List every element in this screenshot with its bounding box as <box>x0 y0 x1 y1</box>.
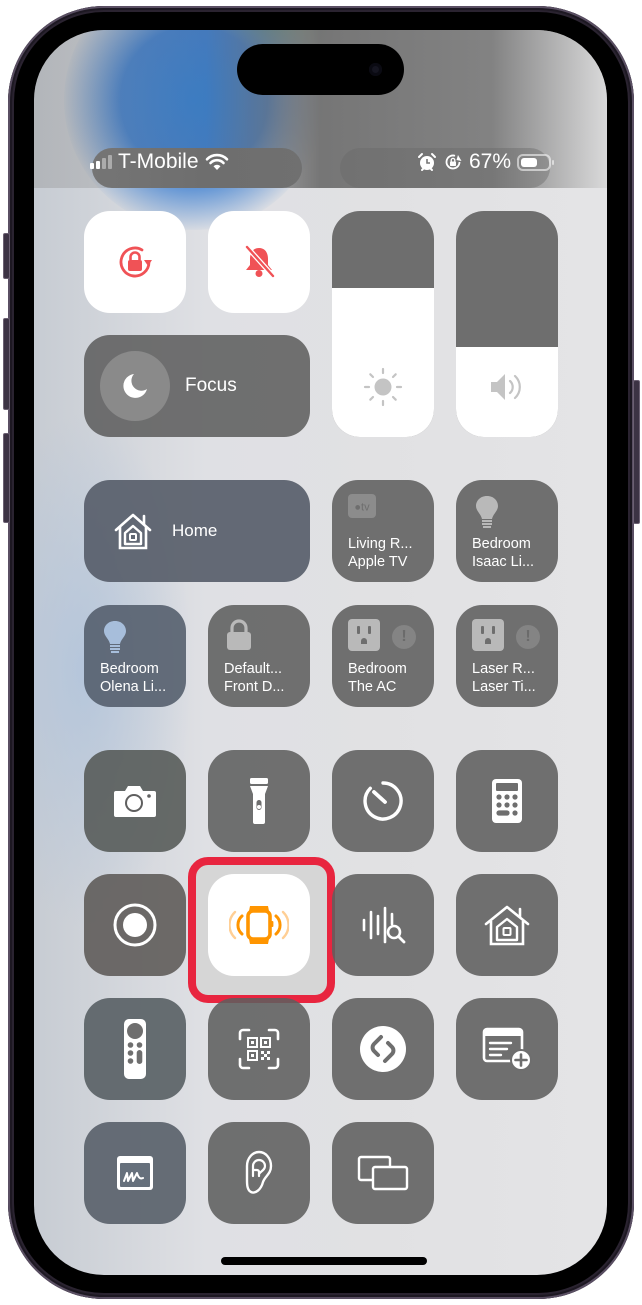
record-icon <box>113 903 157 947</box>
waveform-search-icon <box>362 906 406 944</box>
calculator-button[interactable] <box>456 750 558 852</box>
front-camera <box>369 63 382 76</box>
camera-button[interactable] <box>84 750 186 852</box>
wifi-icon <box>205 153 228 170</box>
ping-my-watch-button[interactable] <box>208 874 310 976</box>
home-icon <box>114 513 152 550</box>
brightness-slider[interactable] <box>332 211 434 437</box>
accessory-room: Laser R... <box>472 661 535 677</box>
alarm-clock-icon <box>417 153 436 171</box>
battery-icon <box>517 153 554 171</box>
screen-recording-button[interactable] <box>84 874 186 976</box>
accessory-room: Bedroom <box>100 661 159 677</box>
timer-button[interactable] <box>332 750 434 852</box>
outlet-icon <box>348 619 380 651</box>
accessory-tile[interactable]: ●tv Living R... Apple TV <box>332 480 434 582</box>
volume-slider[interactable] <box>456 211 558 437</box>
flashlight-button[interactable] <box>208 750 310 852</box>
focus-label: Focus <box>185 375 237 396</box>
qr-code-icon <box>238 1028 280 1070</box>
camera-icon <box>114 786 156 817</box>
brightness-fill <box>332 287 434 437</box>
home-indicator[interactable] <box>221 1257 427 1265</box>
quick-note-button[interactable] <box>456 998 558 1100</box>
screen-mirroring-button[interactable] <box>332 1122 434 1224</box>
code-scanner-button[interactable] <box>208 998 310 1100</box>
apple-tv-remote-button[interactable] <box>84 998 186 1100</box>
speaker-icon <box>491 374 521 400</box>
home-button[interactable]: Home <box>84 480 310 582</box>
sun-icon <box>363 367 403 407</box>
watch-ping-icon <box>229 906 289 944</box>
music-recognition-button[interactable] <box>332 874 434 976</box>
battery-percentage: 67% <box>468 150 511 173</box>
orientation-lock-toggle[interactable] <box>84 211 186 313</box>
tv-remote-icon <box>124 1019 146 1079</box>
quick-note-icon <box>482 1027 532 1071</box>
alert-badge: ! <box>392 625 416 649</box>
orientation-lock-icon <box>119 246 152 278</box>
volume-up-button <box>3 318 10 410</box>
cellular-signal-icon <box>90 155 112 169</box>
accessory-room: Default... <box>224 661 283 677</box>
control-center-screen: T-Mobile 67% Focus Home ●tv Living R... … <box>34 30 607 1275</box>
accessory-name: Olena Li... <box>100 679 167 695</box>
shazam-button[interactable] <box>332 998 434 1100</box>
carrier-name: T-Mobile <box>118 150 199 173</box>
status-bar-right: 67% <box>417 148 554 176</box>
accessory-name: Laser Ti... <box>472 679 536 695</box>
volume-icon-wrap <box>456 365 558 409</box>
svg-text:●tv: ●tv <box>354 502 370 514</box>
silent-mode-toggle[interactable] <box>208 211 310 313</box>
calculator-icon <box>492 779 522 823</box>
rotation-lock-icon <box>445 154 462 170</box>
accessory-tile[interactable]: Bedroom Olena Li... <box>84 605 186 707</box>
battery-level <box>521 157 538 167</box>
side-button <box>633 380 640 524</box>
ear-icon <box>245 1150 273 1194</box>
screen-mirroring-icon <box>357 1155 409 1191</box>
home-icon <box>484 905 530 946</box>
accessory-room: Bedroom <box>348 661 407 677</box>
outlet-icon <box>472 619 504 651</box>
focus-icon-circle <box>100 351 170 421</box>
accessory-tile[interactable]: Bedroom Isaac Li... <box>456 480 558 582</box>
signature-button[interactable] <box>84 1122 186 1224</box>
status-bar-left: T-Mobile <box>90 148 229 176</box>
home-label: Home <box>172 521 218 540</box>
lightbulb-icon <box>476 496 498 528</box>
accessory-name: Front D... <box>224 679 285 695</box>
accessory-name: The AC <box>348 679 397 695</box>
lightbulb-icon <box>104 621 126 653</box>
signature-icon <box>117 1156 153 1190</box>
dynamic-island <box>237 44 404 95</box>
alert-badge: ! <box>516 625 540 649</box>
action-button <box>3 233 10 279</box>
accessory-tile[interactable]: Default... Front D... <box>208 605 310 707</box>
focus-button[interactable]: Focus <box>84 335 310 437</box>
accessory-name: Apple TV <box>348 554 408 570</box>
accessory-room: Living R... <box>348 536 413 552</box>
bell-slash-icon <box>245 245 275 278</box>
home-control-button[interactable] <box>456 874 558 976</box>
flashlight-icon <box>250 778 268 824</box>
hearing-button[interactable] <box>208 1122 310 1224</box>
timer-icon <box>363 781 403 821</box>
accessory-tile[interactable]: ! Bedroom The AC <box>332 605 434 707</box>
accessory-name: Isaac Li... <box>472 554 535 570</box>
brightness-icon-wrap <box>332 365 434 409</box>
accessory-room: Bedroom <box>472 536 531 552</box>
volume-down-button <box>3 433 10 523</box>
apple-tv-icon: ●tv <box>348 494 376 518</box>
accessory-tile[interactable]: ! Laser R... Laser Ti... <box>456 605 558 707</box>
moon-icon <box>123 374 147 398</box>
lock-icon <box>227 619 251 650</box>
shazam-icon <box>360 1026 406 1072</box>
